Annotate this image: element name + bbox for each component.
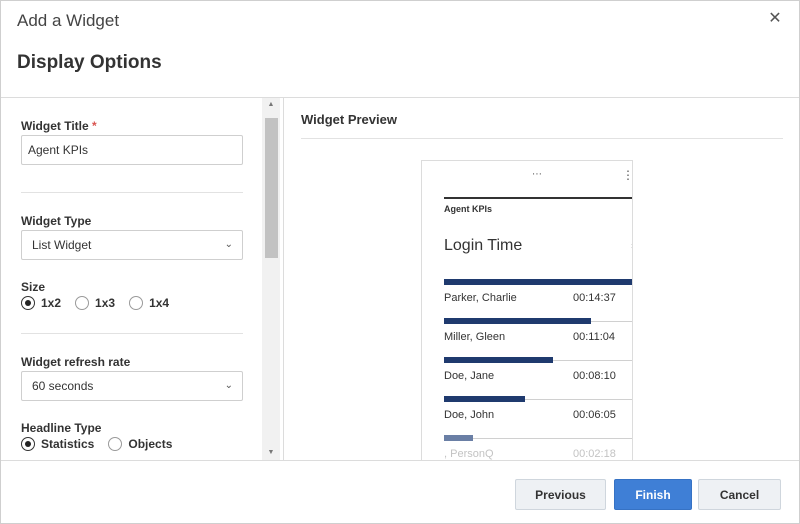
- widget-title-label: Widget Title *: [21, 119, 97, 133]
- headline-option-label: Objects: [128, 437, 173, 451]
- kpi-bar: [444, 357, 553, 363]
- close-icon[interactable]: ✕: [767, 10, 783, 28]
- radio-button[interactable]: [75, 296, 90, 310]
- kpi-bar: [444, 279, 632, 285]
- refresh-rate-label: Widget refresh rate: [21, 355, 131, 369]
- finish-button[interactable]: Finish: [614, 479, 692, 510]
- kpi-bar: [444, 435, 473, 441]
- scroll-up-arrow-icon[interactable]: ▲: [262, 100, 280, 110]
- kpi-agent-name: Doe, Jane: [444, 370, 495, 382]
- widget-title-label-text: Widget Title: [21, 119, 89, 133]
- kpi-time: 00:14:37: [573, 292, 616, 304]
- title-bar: Add a Widget ✕: [1, 1, 799, 41]
- size-option-label: 1x4: [149, 296, 170, 310]
- kpi-bar: [444, 396, 525, 402]
- headline-option-objects[interactable]: Objects: [108, 437, 172, 451]
- refresh-rate-value: 60 seconds: [32, 379, 94, 393]
- widget-type-value: List Widget: [32, 238, 92, 252]
- form-scrollbar[interactable]: ▲ ▼: [262, 98, 280, 460]
- preview-heading: Widget Preview: [301, 112, 397, 127]
- required-mark: *: [92, 119, 97, 133]
- form-panel: Widget Title * Widget Type List Widget ⌄…: [1, 98, 284, 460]
- kpi-row: , PersonQ 00:02:18: [444, 435, 632, 460]
- kpi-agent-name: Parker, Charlie: [444, 292, 517, 304]
- add-widget-dialog: Add a Widget ✕ Display Options Widget Ti…: [0, 0, 800, 524]
- kpi-agent-name: Miller, Gleen: [444, 331, 506, 343]
- preview-panel: Widget Preview ⋯ ⋮ Agent KPIs Login Time…: [285, 98, 799, 460]
- kpi-time: 00:11:04: [573, 331, 616, 343]
- metric-title: Login Time: [444, 237, 523, 254]
- size-radio-group: 1x2 1x3 1x4: [21, 296, 183, 310]
- headline-type-radio-group: Statistics Objects: [21, 437, 186, 451]
- dialog-title: Add a Widget: [17, 11, 120, 30]
- sort-icon[interactable]: ▲▼: [630, 239, 632, 254]
- kpi-agent-name: , PersonQ: [444, 448, 494, 460]
- radio-button[interactable]: [129, 296, 144, 310]
- kebab-menu-icon[interactable]: ⋮: [622, 169, 632, 181]
- size-option-1x4[interactable]: 1x4: [129, 296, 169, 310]
- kpi-row: Parker, Charlie 00:14:37: [444, 279, 632, 312]
- scroll-thumb[interactable]: [265, 118, 278, 258]
- cancel-button[interactable]: Cancel: [698, 479, 781, 510]
- divider: [21, 333, 243, 334]
- size-option-label: 1x3: [95, 296, 116, 310]
- size-option-1x3[interactable]: 1x3: [75, 296, 115, 310]
- divider: [301, 138, 783, 139]
- refresh-rate-select[interactable]: 60 seconds ⌄: [21, 371, 243, 401]
- kpi-row: Miller, Gleen 00:11:04: [444, 318, 632, 351]
- previous-button[interactable]: Previous: [515, 479, 606, 510]
- size-option-label: 1x2: [41, 296, 62, 310]
- widget-name: Agent KPIs: [444, 204, 493, 214]
- widget-header-rule: [444, 197, 632, 199]
- chevron-down-icon: ⌄: [224, 380, 233, 391]
- kpi-time: 00:08:10: [573, 370, 616, 382]
- size-option-1x2[interactable]: 1x2: [21, 296, 61, 310]
- headline-option-label: Statistics: [41, 437, 95, 451]
- widget-type-select[interactable]: List Widget ⌄: [21, 230, 243, 260]
- scroll-down-arrow-icon[interactable]: ▼: [262, 448, 280, 458]
- headline-option-statistics[interactable]: Statistics: [21, 437, 94, 451]
- kpi-row: Doe, John 00:06:05: [444, 396, 632, 429]
- footer-divider: [1, 460, 799, 461]
- divider: [21, 192, 243, 193]
- size-label: Size: [21, 280, 46, 294]
- radio-button-selected[interactable]: [21, 437, 35, 451]
- kpi-bar: [444, 318, 591, 324]
- radio-button-selected[interactable]: [21, 296, 35, 310]
- headline-type-label: Headline Type: [21, 421, 102, 435]
- radio-button[interactable]: [108, 437, 123, 451]
- chevron-down-icon: ⌄: [224, 239, 233, 250]
- kpi-agent-name: Doe, John: [444, 409, 495, 421]
- drag-handle-icon[interactable]: ⋯: [532, 169, 542, 180]
- widget-title-input[interactable]: [21, 135, 243, 165]
- kpi-time: 00:06:05: [573, 409, 616, 421]
- section-title: Display Options: [17, 52, 162, 73]
- widget-type-label: Widget Type: [21, 214, 92, 228]
- kpi-row: Doe, Jane 00:08:10: [444, 357, 632, 390]
- widget-preview-card: ⋯ ⋮ Agent KPIs Login Time ▲▼ Parker, Cha…: [421, 160, 633, 460]
- kpi-time: 00:02:18: [573, 448, 616, 460]
